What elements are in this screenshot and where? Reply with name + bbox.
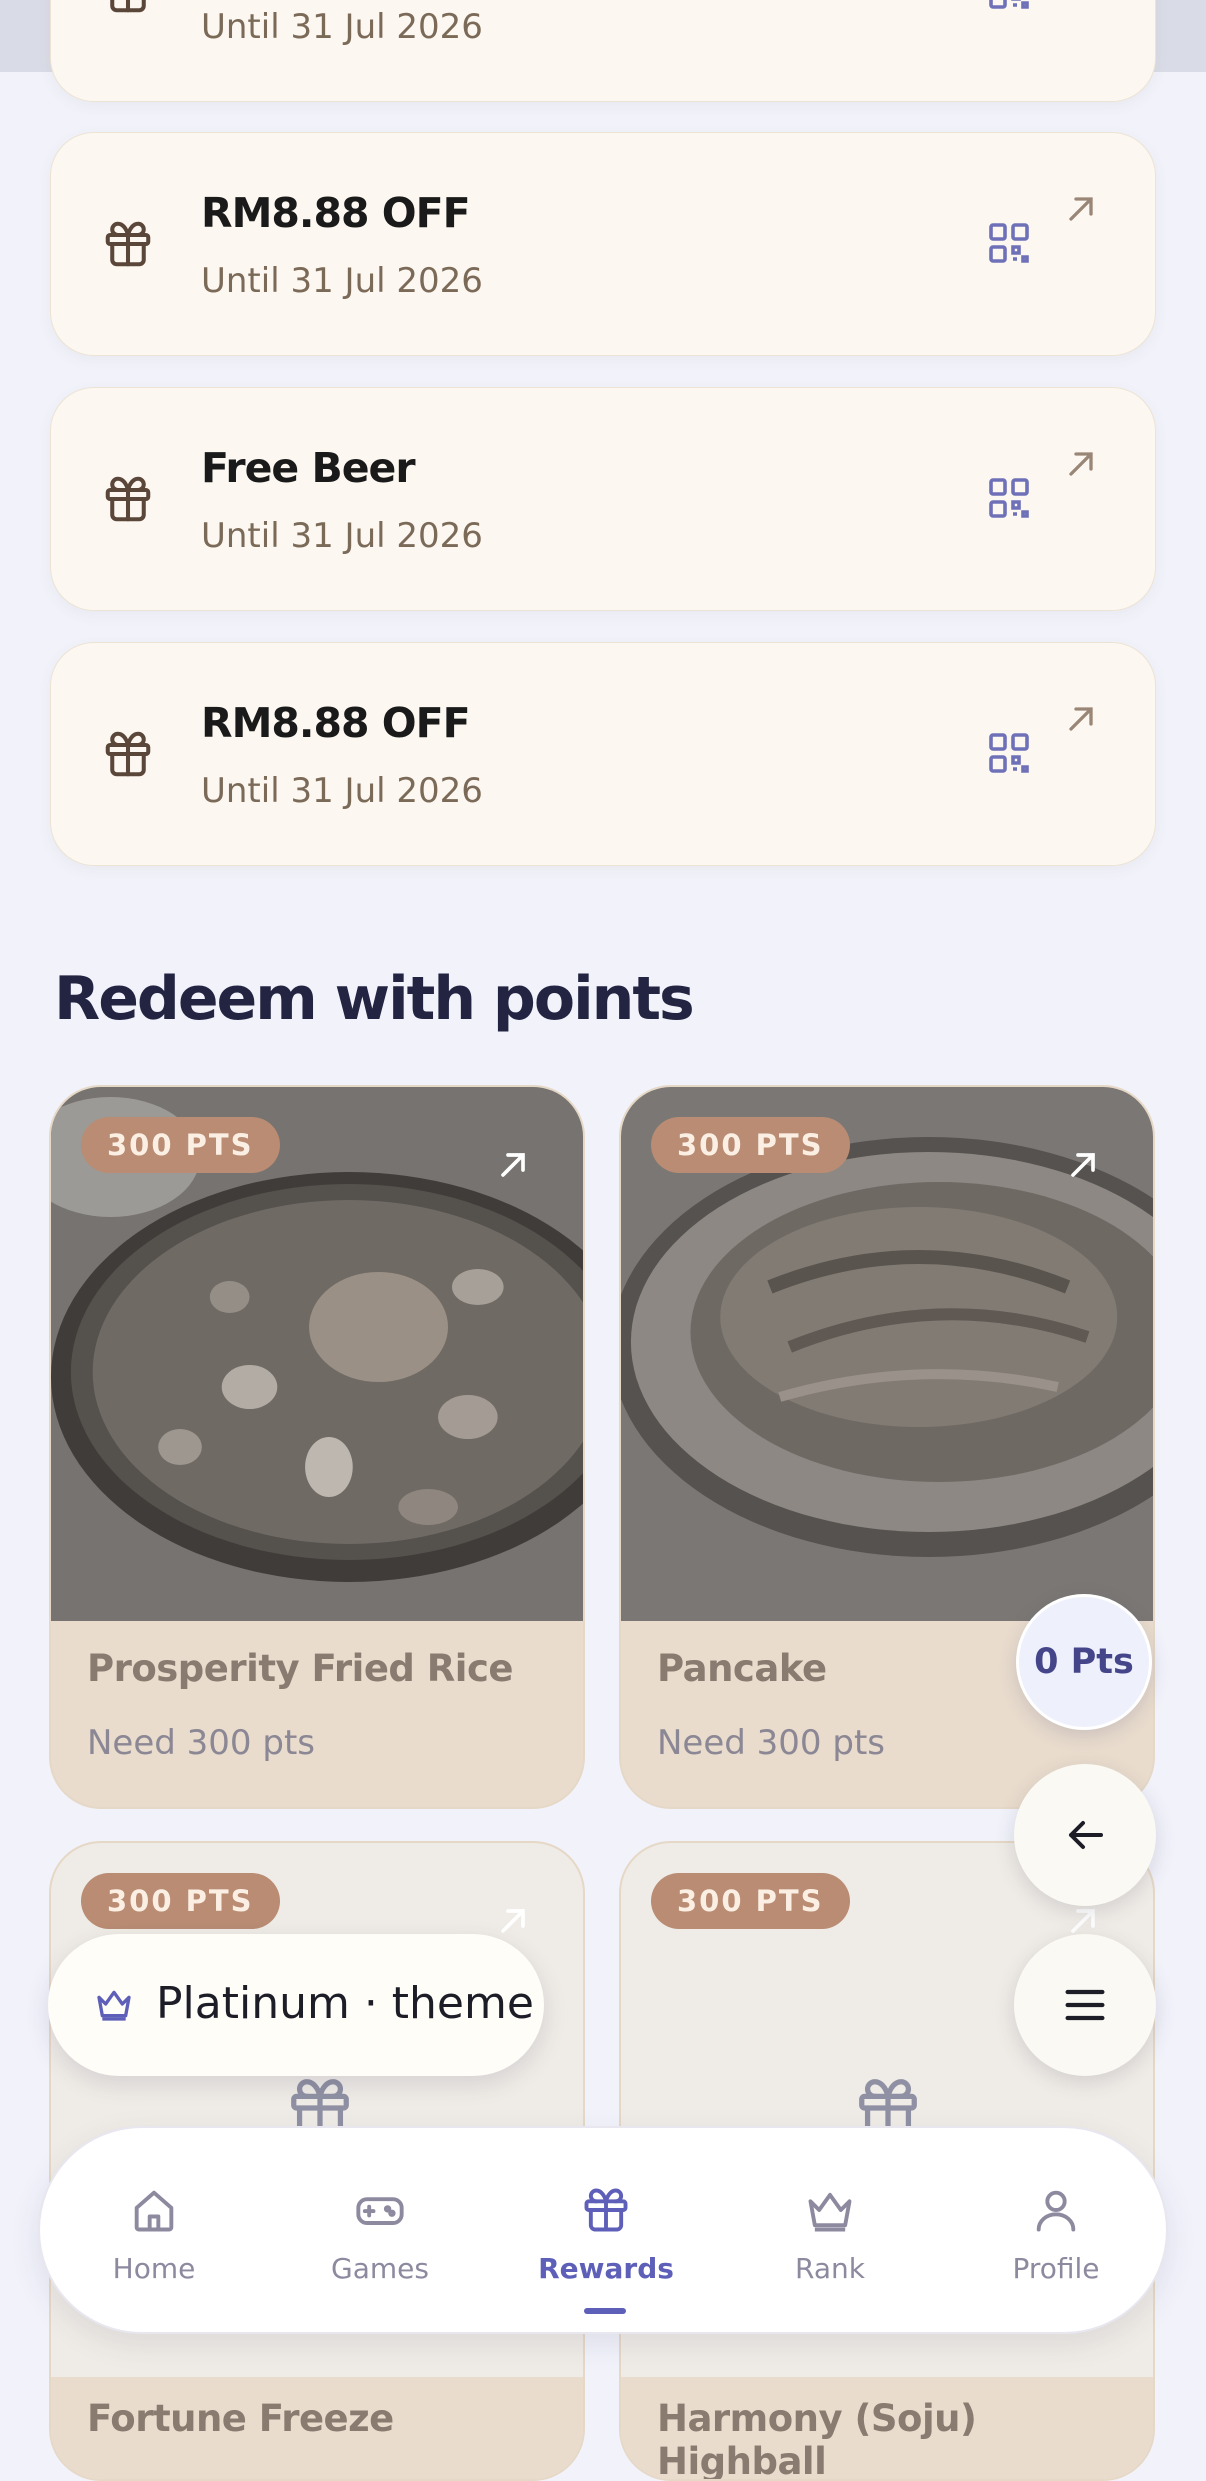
gift-icon xyxy=(584,2188,628,2232)
arrow-up-right-icon[interactable] xyxy=(1063,1145,1103,1185)
points-badge: 300 PTS xyxy=(81,1873,280,1929)
points-badge: 300 PTS xyxy=(651,1873,850,1929)
arrow-up-right-icon[interactable] xyxy=(493,1901,533,1941)
voucher-title: RM8.88 OFF xyxy=(201,699,471,747)
points-badge: 300 PTS xyxy=(81,1117,280,1173)
qr-code-icon[interactable] xyxy=(985,729,1033,777)
nav-label: Profile xyxy=(1012,2252,1100,2285)
home-icon xyxy=(134,2190,174,2232)
arrow-up-right-icon[interactable] xyxy=(1061,699,1101,739)
nav-item-profile[interactable]: Profile xyxy=(956,2128,1156,2336)
nav-label: Games xyxy=(331,2252,429,2285)
arrow-left-icon xyxy=(1069,1821,1103,1849)
voucher-title: RM8.88 OFF xyxy=(201,189,471,237)
qr-code-icon[interactable] xyxy=(985,219,1033,267)
reward-name: Pancake xyxy=(657,1647,827,1690)
user-icon xyxy=(1036,2190,1076,2232)
arrow-up-right-icon[interactable] xyxy=(1061,444,1101,484)
bottom-navigation: Home Games Rewards Rank Profile xyxy=(38,2126,1168,2334)
theme-selector[interactable]: Platinum · theme xyxy=(48,1934,544,2076)
voucher-card[interactable]: RM8.88 OFF Until 31 Jul 2026 xyxy=(50,642,1156,866)
nav-item-rank[interactable]: Rank xyxy=(730,2128,930,2336)
reward-name: Prosperity Fried Rice xyxy=(87,1647,514,1690)
theme-label: Platinum · theme xyxy=(156,1978,534,2029)
arrow-up-right-icon[interactable] xyxy=(493,1145,533,1185)
voucher-card[interactable]: Free Beer Until 31 Jul 2026 xyxy=(50,387,1156,611)
gift-icon xyxy=(105,221,151,267)
back-button[interactable] xyxy=(1014,1764,1156,1906)
nav-item-games[interactable]: Games xyxy=(280,2128,480,2336)
qr-code-icon[interactable] xyxy=(985,0,1033,13)
voucher-card[interactable]: Until 31 Jul 2026 xyxy=(50,0,1156,102)
section-title: Redeem with points xyxy=(54,964,695,1034)
gift-icon xyxy=(110,0,146,13)
voucher-validity: Until 31 Jul 2026 xyxy=(201,771,483,811)
gamepad-icon xyxy=(356,2197,404,2225)
nav-label: Home xyxy=(112,2252,196,2285)
crown-icon xyxy=(97,1990,131,2021)
hamburger-menu-icon xyxy=(1065,1989,1105,2021)
nav-label: Rewards xyxy=(538,2252,674,2285)
nav-item-home[interactable]: Home xyxy=(54,2128,254,2336)
reward-card[interactable]: 300 PTS Prosperity Fried Rice Need 300 p… xyxy=(49,1085,585,1809)
crown-icon xyxy=(808,2192,852,2232)
reward-name: Fortune Freeze xyxy=(87,2397,394,2440)
arrow-up-right-icon[interactable] xyxy=(1061,189,1101,229)
active-tab-indicator xyxy=(584,2308,626,2314)
voucher-title: Free Beer xyxy=(201,444,416,492)
nav-label: Rank xyxy=(795,2252,865,2285)
menu-button[interactable] xyxy=(1014,1934,1156,2076)
qr-code-icon[interactable] xyxy=(985,474,1033,522)
points-badge: 300 PTS xyxy=(651,1117,850,1173)
voucher-card[interactable]: RM8.88 OFF Until 31 Jul 2026 xyxy=(50,132,1156,356)
voucher-validity: Until 31 Jul 2026 xyxy=(201,7,483,47)
reward-requirement: Need 300 pts xyxy=(657,1723,885,1763)
reward-requirement: Need 300 pts xyxy=(87,1723,315,1763)
reward-name: Harmony (Soju) Highball xyxy=(657,2397,977,2481)
gift-icon xyxy=(105,731,151,777)
points-balance-bubble[interactable]: 0 Pts xyxy=(1016,1594,1152,1730)
voucher-validity: Until 31 Jul 2026 xyxy=(201,516,483,556)
voucher-validity: Until 31 Jul 2026 xyxy=(201,261,483,301)
nav-item-rewards[interactable]: Rewards xyxy=(506,2128,706,2336)
gift-icon xyxy=(105,476,151,522)
